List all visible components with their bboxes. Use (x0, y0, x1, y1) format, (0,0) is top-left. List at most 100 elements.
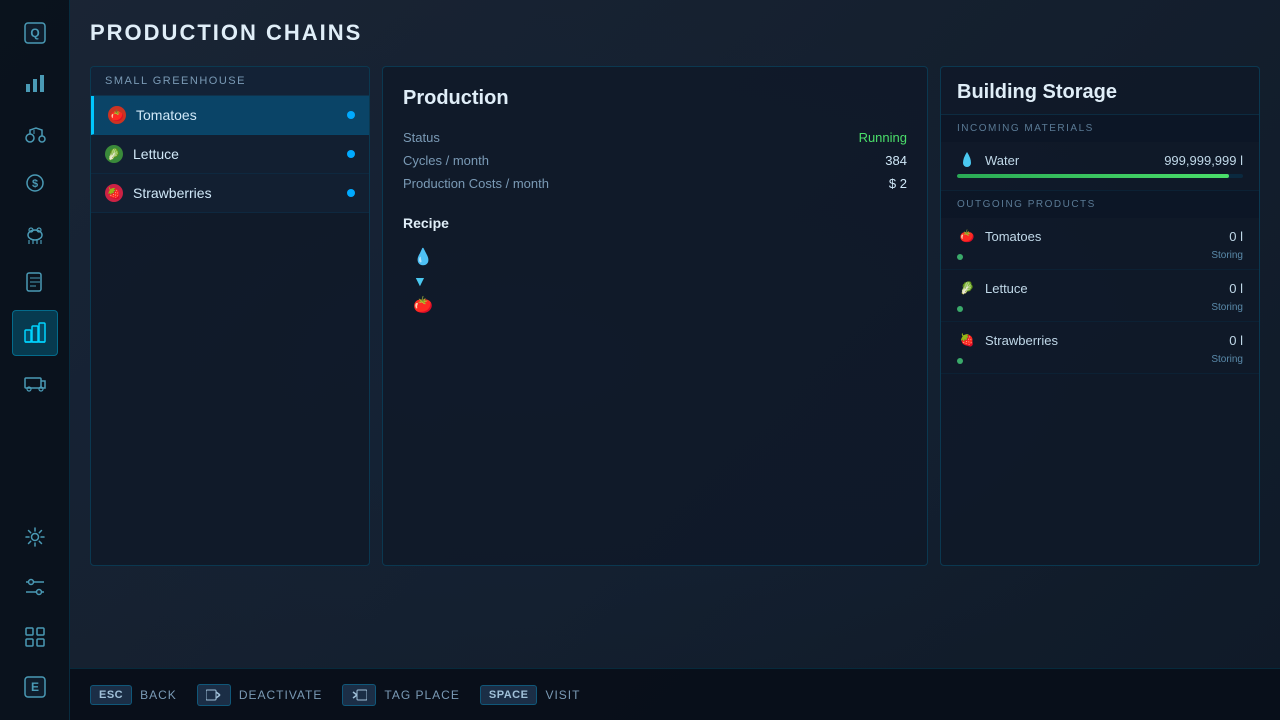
hotkey-esc[interactable]: ESC BACK (90, 685, 177, 705)
storage-strawberries-row: 🍓 Strawberries 0 l (957, 330, 1243, 350)
sidebar-item-delivery[interactable] (12, 360, 58, 406)
arrow-down-icon: ▼ (413, 273, 427, 289)
storage-strawberries-left: 🍓 Strawberries (957, 330, 1058, 350)
water-icon (957, 150, 977, 170)
sidebar-item-e[interactable]: E (12, 664, 58, 710)
panel-building-storage: Building Storage INCOMING MATERIALS Wate… (940, 66, 1260, 566)
water-drop-icon: 💧 (413, 247, 433, 267)
stat-label-cycles: Cycles / month (403, 153, 489, 168)
deactivate-key (197, 684, 231, 706)
production-title: Production (403, 87, 907, 110)
tag-place-label: TAG PLACE (384, 688, 459, 702)
storage-lettuce-icon: 🥬 (957, 278, 977, 298)
water-value: 999,999,999 l (1164, 153, 1243, 168)
hotkey-tag-place[interactable]: TAG PLACE (342, 684, 459, 706)
sidebar-item-stats[interactable] (12, 60, 58, 106)
lettuce-icon: 🥬 (105, 145, 123, 163)
sidebar-item-animals[interactable] (12, 210, 58, 256)
tag-place-key (342, 684, 376, 706)
outgoing-products-header: OUTGOING PRODUCTS (941, 191, 1259, 218)
greenhouse-label: SMALL GREENHOUSE (91, 67, 369, 96)
recipe-title: Recipe (403, 215, 907, 231)
water-left: Water (957, 150, 1019, 170)
visit-key: SPACE (480, 685, 538, 705)
panels-container: SMALL GREENHOUSE 🍅 Tomatoes 🥬 Lettuce 🍓 … (90, 66, 1260, 666)
crop-name-strawberries: Strawberries (133, 185, 347, 201)
storage-item-tomatoes: 🍅 Tomatoes 0 l Storing (941, 218, 1259, 270)
water-progress-fill (957, 174, 1229, 178)
storage-tomato-value: 0 l (1229, 229, 1243, 244)
visit-label: VISIT (545, 688, 580, 702)
main-content: PRODUCTION CHAINS SMALL GREENHOUSE 🍅 Tom… (70, 0, 1280, 720)
back-label: BACK (140, 688, 177, 702)
stat-value-costs: $ 2 (889, 176, 907, 191)
storage-strawberry-value: 0 l (1229, 333, 1243, 348)
recipe-tomato-icon: 🍅 (413, 295, 433, 315)
recipe-water-drop: 💧 (413, 247, 433, 267)
svg-text:Q: Q (30, 26, 39, 40)
storage-lettuce-row: 🥬 Lettuce 0 l (957, 278, 1243, 298)
stat-row-cycles: Cycles / month 384 (403, 153, 907, 168)
sidebar-item-settings[interactable] (12, 514, 58, 560)
svg-text:$: $ (31, 178, 37, 190)
crop-item-lettuce[interactable]: 🥬 Lettuce (91, 135, 369, 174)
storage-lettuce-value: 0 l (1229, 281, 1243, 296)
incoming-materials-header: INCOMING MATERIALS (941, 115, 1259, 142)
deactivate-label: DEACTIVATE (239, 688, 323, 702)
sidebar: Q $ (0, 0, 70, 720)
recipe-section: Recipe 💧 ▼ 🍅 (403, 215, 907, 315)
storage-item-lettuce: 🥬 Lettuce 0 l Storing (941, 270, 1259, 322)
page-title: PRODUCTION CHAINS (90, 20, 1260, 46)
storage-tomato-name: Tomatoes (985, 229, 1041, 244)
bottom-bar: ESC BACK DEACTIVATE TAG PLACE SPACE VISI… (70, 668, 1280, 720)
storage-item-strawberries: 🍓 Strawberries 0 l Storing (941, 322, 1259, 374)
lettuce-status: Storing (1211, 302, 1243, 313)
building-storage-title: Building Storage (941, 67, 1259, 115)
strawberry-icon: 🍓 (105, 184, 123, 202)
sidebar-item-tractor[interactable] (12, 110, 58, 156)
sidebar-item-contracts[interactable] (12, 260, 58, 306)
stat-value-status: Running (859, 130, 907, 145)
storage-tomatoes-row: 🍅 Tomatoes 0 l (957, 226, 1243, 246)
recipe-icons: 💧 ▼ 🍅 (403, 247, 907, 315)
hotkey-deactivate[interactable]: DEACTIVATE (197, 684, 323, 706)
crop-dot-lettuce (347, 150, 355, 158)
tomato-status: Storing (1211, 250, 1243, 261)
recipe-arrow: ▼ (413, 273, 427, 289)
sidebar-item-modules[interactable] (12, 614, 58, 660)
sidebar-item-sliders[interactable] (12, 564, 58, 610)
strawberry-status-dot (957, 358, 963, 364)
water-progress-bar (957, 174, 1243, 178)
sidebar-item-money[interactable]: $ (12, 160, 58, 206)
recipe-tomato: 🍅 (413, 295, 433, 315)
sidebar-item-q[interactable]: Q (12, 10, 58, 56)
storage-lettuce-name: Lettuce (985, 281, 1028, 296)
stat-row-status: Status Running (403, 130, 907, 145)
water-row: Water 999,999,999 l (957, 150, 1243, 170)
crop-item-strawberries[interactable]: 🍓 Strawberries (91, 174, 369, 213)
storage-strawberry-name: Strawberries (985, 333, 1058, 348)
stat-label-status: Status (403, 130, 440, 145)
svg-text:E: E (30, 680, 38, 694)
storage-strawberry-icon: 🍓 (957, 330, 977, 350)
strawberry-status: Storing (1211, 354, 1243, 365)
lettuce-status-dot (957, 306, 963, 312)
sidebar-item-production[interactable] (12, 310, 58, 356)
water-name: Water (985, 153, 1019, 168)
panel-production: Production Status Running Cycles / month… (382, 66, 928, 566)
crop-item-tomatoes[interactable]: 🍅 Tomatoes (91, 96, 369, 135)
crop-name-tomatoes: Tomatoes (136, 107, 347, 123)
stat-label-costs: Production Costs / month (403, 176, 549, 191)
hotkey-visit[interactable]: SPACE VISIT (480, 685, 581, 705)
storage-tomato-icon: 🍅 (957, 226, 977, 246)
storage-lettuce-left: 🥬 Lettuce (957, 278, 1028, 298)
crop-dot-strawberries (347, 189, 355, 197)
storage-item-water: Water 999,999,999 l (941, 142, 1259, 191)
tomato-status-dot (957, 254, 963, 260)
panel-production-chains: SMALL GREENHOUSE 🍅 Tomatoes 🥬 Lettuce 🍓 … (90, 66, 370, 566)
tomato-icon: 🍅 (108, 106, 126, 124)
esc-key: ESC (90, 685, 132, 705)
storage-tomatoes-left: 🍅 Tomatoes (957, 226, 1041, 246)
stat-row-costs: Production Costs / month $ 2 (403, 176, 907, 191)
crop-name-lettuce: Lettuce (133, 146, 347, 162)
